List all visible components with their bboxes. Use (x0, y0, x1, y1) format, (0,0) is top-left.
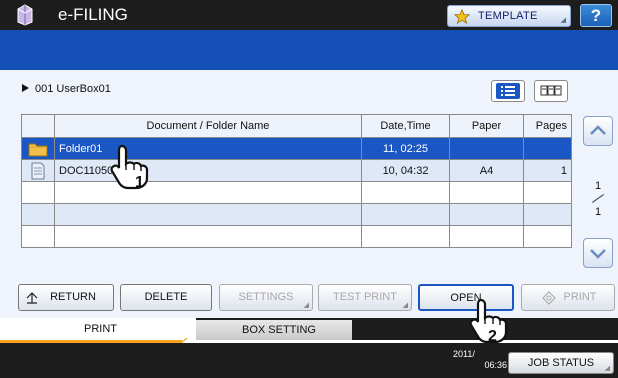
column-header-paper[interactable]: Paper (449, 114, 524, 138)
table-cell-date: 10, 04:32 (361, 159, 450, 182)
table-cell-name: DOC11050 (54, 159, 362, 182)
table-row[interactable]: Folder01 11, 02:25 (21, 137, 572, 160)
table-cell-empty (523, 225, 572, 248)
table-cell-empty (523, 203, 572, 226)
print-diamond-icon (542, 291, 556, 305)
callout-number-step1: 1 (135, 174, 144, 191)
table-cell-icon (21, 137, 55, 160)
table-cell-date: 11, 02:25 (361, 137, 450, 160)
tab-print-label: PRINT (84, 323, 117, 335)
breadcrumb-label: 001 UserBox01 (35, 83, 111, 95)
time-display: 06:36 (484, 360, 507, 370)
settings-button[interactable]: SETTINGS ◢ (219, 284, 313, 311)
table-cell-pages (523, 137, 572, 160)
job-status-label: JOB STATUS (527, 357, 595, 369)
table-cell-empty (21, 203, 55, 226)
submenu-corner-icon: ◢ (560, 17, 566, 24)
table-cell-paper: A4 (449, 159, 524, 182)
column-header-icon (21, 114, 55, 138)
table-cell-empty (54, 181, 362, 204)
table-header-row: Document / Folder Name Date,Time Paper P… (21, 114, 572, 138)
callout-number-step2: 2 (488, 328, 497, 345)
date-time: 2011/ 06:36 (453, 349, 507, 371)
delete-button[interactable]: DELETE (120, 284, 212, 311)
page-separator (586, 192, 610, 206)
document-icon (31, 162, 45, 179)
table-cell-empty (21, 225, 55, 248)
return-button-label: RETURN (50, 291, 96, 303)
date-display: 2011/ (453, 349, 475, 359)
efiling-app-icon (17, 4, 33, 26)
help-button[interactable]: ? (580, 4, 612, 27)
table-cell-empty (523, 181, 572, 204)
table-row-empty (21, 225, 572, 248)
chevron-down-icon (590, 249, 606, 259)
callout-hand-step1 (110, 144, 149, 190)
submenu-corner-icon: ◢ (402, 302, 408, 309)
template-button-label: TEMPLATE (478, 10, 538, 22)
table-cell-empty (361, 225, 450, 248)
settings-button-label: SETTINGS (238, 291, 294, 303)
header-band (0, 30, 618, 70)
table-cell-name: Folder01 (54, 137, 362, 160)
document-table: Document / Folder Name Date,Time Paper P… (21, 114, 572, 248)
table-row-empty (21, 203, 572, 226)
scroll-up-button[interactable] (583, 116, 613, 146)
tab-box-setting-label: BOX SETTING (242, 324, 316, 336)
table-cell-empty (361, 181, 450, 204)
thumbnail-view-icon (540, 85, 562, 96)
star-icon (454, 9, 470, 24)
list-view-button[interactable] (491, 80, 525, 102)
table-cell-empty (449, 203, 524, 226)
tab-box-setting[interactable]: BOX SETTING (196, 320, 352, 340)
table-cell-paper (449, 137, 524, 160)
job-status-button[interactable]: JOB STATUS ◢ (508, 352, 614, 374)
thumbnail-view-button[interactable] (534, 80, 568, 102)
chevron-up-icon (590, 125, 606, 135)
table-cell-empty (361, 203, 450, 226)
table-row-empty (21, 181, 572, 204)
breadcrumb: 001 UserBox01 (22, 83, 111, 95)
template-button[interactable]: TEMPLATE ◢ (447, 5, 571, 27)
delete-button-label: DELETE (144, 291, 188, 303)
page-indicator: 1 1 (586, 180, 610, 218)
table-cell-icon (21, 159, 55, 182)
table-cell-empty (21, 181, 55, 204)
column-header-date[interactable]: Date,Time (361, 114, 450, 138)
tab-slant (176, 318, 196, 340)
print-button[interactable]: PRINT (521, 284, 615, 311)
page-total: 1 (594, 206, 602, 218)
test-print-button[interactable]: TEST PRINT ◢ (318, 284, 412, 311)
breadcrumb-arrow-icon (22, 84, 29, 92)
table-cell-pages: 1 (523, 159, 572, 182)
list-view-icon (496, 83, 520, 99)
table-cell-empty (54, 225, 362, 248)
submenu-corner-icon: ◢ (303, 302, 309, 309)
return-arrow-icon (26, 292, 38, 304)
tab-print[interactable]: PRINT (0, 318, 196, 340)
page-current: 1 (594, 180, 602, 192)
table-cell-empty (449, 181, 524, 204)
table-cell-empty (54, 203, 362, 226)
folder-icon (28, 143, 48, 156)
table-row[interactable]: DOC11050 10, 04:32 A4 1 (21, 159, 572, 182)
return-button[interactable]: RETURN (18, 284, 114, 311)
column-header-pages[interactable]: Pages (523, 114, 572, 138)
submenu-corner-icon: ◢ (604, 365, 610, 372)
test-print-button-label: TEST PRINT (333, 291, 397, 303)
app-title: e-FILING (58, 5, 128, 24)
scroll-down-button[interactable] (583, 238, 613, 268)
column-header-name[interactable]: Document / Folder Name (54, 114, 362, 138)
table-cell-empty (449, 225, 524, 248)
